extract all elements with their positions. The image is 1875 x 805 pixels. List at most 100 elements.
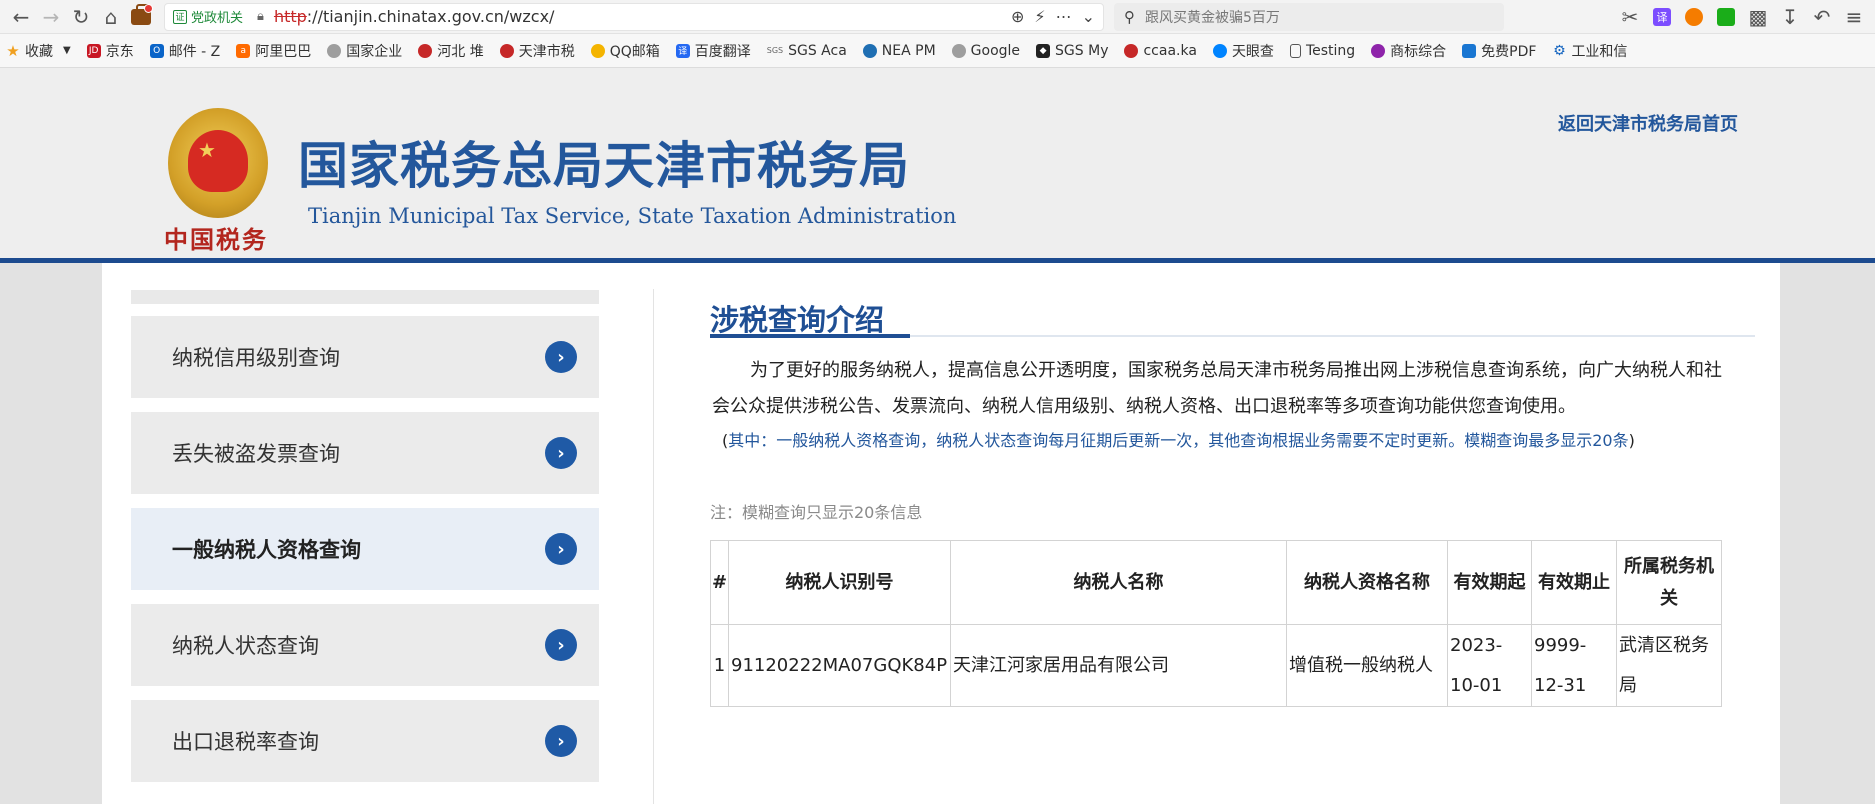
sidebar-item-label: 一般纳税人资格查询 <box>172 538 361 562</box>
bookmark-label: 阿里巴巴 <box>255 43 312 60</box>
translate-icon[interactable]: 译 <box>1647 2 1677 32</box>
pdf-icon <box>1462 43 1477 58</box>
forward-icon[interactable]: → <box>36 2 66 32</box>
bookmark-item[interactable]: O 邮件 - Z <box>149 41 220 61</box>
cert-badge[interactable]: 证 党政机关 <box>173 7 243 26</box>
bookmark-item[interactable]: Google <box>951 42 1021 59</box>
sidebar-item-export-rebate[interactable]: 出口退税率查询 › <box>131 700 599 782</box>
emblem-script-text: 中国税务 <box>164 225 268 254</box>
puzzle-icon[interactable]: ▩ <box>1743 2 1773 32</box>
wechat-icon[interactable] <box>1711 2 1741 32</box>
chevron-down-icon[interactable]: ⌄ <box>1082 7 1095 26</box>
table-header-row: # 纳税人识别号 纳税人名称 纳税人资格名称 有效期起 有效期止 所属税务机关 <box>710 540 1722 625</box>
cell-valid-from: 2023-10-01 <box>1447 624 1532 707</box>
scissors-icon[interactable]: ✂ <box>1615 2 1645 32</box>
document-icon <box>1289 43 1301 58</box>
download-icon[interactable]: ↧ <box>1775 2 1805 32</box>
undo-icon[interactable]: ↶ <box>1807 2 1837 32</box>
fox-icon[interactable] <box>1679 2 1709 32</box>
cell-qualification: 增值税一般纳税人 <box>1286 624 1448 707</box>
bookmark-item[interactable]: ⚙ 工业和信 <box>1552 41 1627 61</box>
bookmark-item[interactable]: JD 京东 <box>86 41 134 61</box>
bookmark-item[interactable]: ◆ SGS My <box>1036 43 1108 59</box>
chevron-right-icon: › <box>545 341 577 373</box>
bookmark-item[interactable]: SGS SGS Aca <box>767 43 847 59</box>
nea-icon <box>862 43 877 58</box>
back-icon[interactable]: ← <box>6 2 36 32</box>
url-path: ://tianjin.chinatax.gov.cn/wzcx/ <box>306 7 555 26</box>
outlook-icon: O <box>149 43 164 58</box>
address-bar[interactable]: 证 党政机关 🔒︎ http://tianjin.chinatax.gov.cn… <box>164 2 1104 31</box>
chevron-right-icon: › <box>545 725 577 757</box>
gear-icon: ⚙ <box>1553 42 1566 59</box>
sidebar-item-label: 丢失被盗发票查询 <box>172 442 340 466</box>
lightning-icon[interactable]: ⚡︎ <box>1034 7 1045 26</box>
star-icon: ★ <box>6 41 20 60</box>
menu-icon[interactable]: ≡ <box>1839 2 1869 32</box>
bookmark-label: Google <box>970 42 1021 59</box>
jd-icon: JD <box>86 43 101 58</box>
zoom-icon[interactable]: ⊕ <box>1011 7 1024 26</box>
sidebar-item-credit-rating[interactable]: 纳税信用级别查询 › <box>131 316 599 398</box>
bookmark-item[interactable]: 免费PDF <box>1462 41 1536 61</box>
bookmark-label: NEA PM <box>881 42 936 59</box>
cell-tax-authority: 武清区税务局 <box>1616 624 1722 707</box>
bookmark-label: 河北 堆 <box>437 43 484 60</box>
intro-note-text: 其中：一般纳税人资格查询，纳税人状态查询每月征期后更新一次，其他查询根据业务需要… <box>728 431 1629 450</box>
cell-valid-to: 9999-12-31 <box>1531 624 1617 707</box>
cell-index: 1 <box>710 624 729 707</box>
search-box[interactable]: ⚲ 跟风买黄金被骗5百万 <box>1114 2 1504 31</box>
chevron-right-icon: › <box>545 437 577 469</box>
bookmark-item[interactable]: 商标综合 <box>1371 41 1446 61</box>
bookmark-item[interactable]: QQ邮箱 <box>590 41 660 61</box>
not-secure-icon[interactable]: 🔒︎ <box>257 9 264 24</box>
bookmark-item[interactable]: 译百度翻译 <box>675 41 751 61</box>
national-emblem-logo: ★ 中国税务 <box>160 108 275 258</box>
home-link[interactable]: 返回天津市税务局首页 <box>1558 110 1738 136</box>
bookmark-label: 京东 <box>105 43 134 60</box>
alibaba-icon: a <box>236 43 251 58</box>
reload-icon[interactable]: ↻ <box>66 2 96 32</box>
bookmark-favorites[interactable]: ★ 收藏 ▼ <box>6 41 70 61</box>
bookmark-item[interactable]: a 阿里巴巴 <box>236 41 311 61</box>
briefcase-icon[interactable] <box>126 2 156 32</box>
more-icon[interactable]: ⋯ <box>1056 7 1072 26</box>
bookmark-item[interactable]: ccaa.ka <box>1124 42 1197 59</box>
col-header-valid-from: 有效期起 <box>1447 540 1532 625</box>
col-header-tax-authority: 所属税务机关 <box>1616 540 1722 625</box>
site-subtitle: Tianjin Municipal Tax Service, State Tax… <box>308 204 957 228</box>
bookmark-label: 天津市税 <box>518 43 575 60</box>
bookmark-item[interactable]: 天津市税 <box>499 41 575 61</box>
table-row[interactable]: 1 91120222MA07GQK84P 天津江河家居用品有限公司 增值税一般纳… <box>710 624 1722 707</box>
bookmark-item[interactable]: Testing <box>1289 42 1356 59</box>
intro-note: (其中：一般纳税人资格查询，纳税人状态查询每月征期后更新一次，其他查询根据业务需… <box>722 427 1635 451</box>
chevron-right-icon: › <box>545 533 577 565</box>
sidebar-item-general-taxpayer[interactable]: 一般纳税人资格查询 › <box>131 508 599 590</box>
tianyancha-icon <box>1212 43 1227 58</box>
main-area: 纳税信用级别查询 › 丢失被盗发票查询 › 一般纳税人资格查询 › 纳税人状态查… <box>0 263 1875 804</box>
home-icon[interactable]: ⌂ <box>96 2 126 32</box>
chevron-right-icon: › <box>545 629 577 661</box>
browser-toolbar: ← → ↻ ⌂ 证 党政机关 🔒︎ http://tianjin.chinata… <box>0 0 1875 34</box>
bookmark-label: Testing <box>1305 42 1356 59</box>
bookmark-item[interactable]: 国家企业 <box>327 41 402 61</box>
bookmark-item[interactable]: 河北 堆 <box>418 41 484 61</box>
cell-taxpayer-name: 天津江河家居用品有限公司 <box>950 624 1287 707</box>
trademark-icon <box>1371 43 1386 58</box>
bookmark-label: 国家企业 <box>346 43 403 60</box>
site-header: ★ 中国税务 国家税务总局天津市税务局 Tianjin Municipal Ta… <box>0 68 1875 263</box>
sidebar-item-taxpayer-status[interactable]: 纳税人状态查询 › <box>131 604 599 686</box>
bookmark-label: 天眼查 <box>1231 43 1274 60</box>
site-title: 国家税务总局天津市税务局 <box>298 137 910 195</box>
sgs-icon: ◆ <box>1036 43 1051 58</box>
bookmark-label: ccaa.ka <box>1143 42 1197 59</box>
col-header-taxpayer-id: 纳税人识别号 <box>728 540 951 625</box>
notification-dot <box>144 3 153 13</box>
col-header-qualification: 纳税人资格名称 <box>1286 540 1448 625</box>
bookmark-item[interactable]: NEA PM <box>862 42 936 59</box>
bookmark-item[interactable]: 天眼查 <box>1212 41 1274 61</box>
sgs-icon: SGS <box>766 46 784 55</box>
sidebar-item-lost-invoice[interactable]: 丢失被盗发票查询 › <box>131 412 599 494</box>
url-text[interactable]: http://tianjin.chinatax.gov.cn/wzcx/ <box>274 7 554 26</box>
search-placeholder: 跟风买黄金被骗5百万 <box>1145 9 1280 26</box>
